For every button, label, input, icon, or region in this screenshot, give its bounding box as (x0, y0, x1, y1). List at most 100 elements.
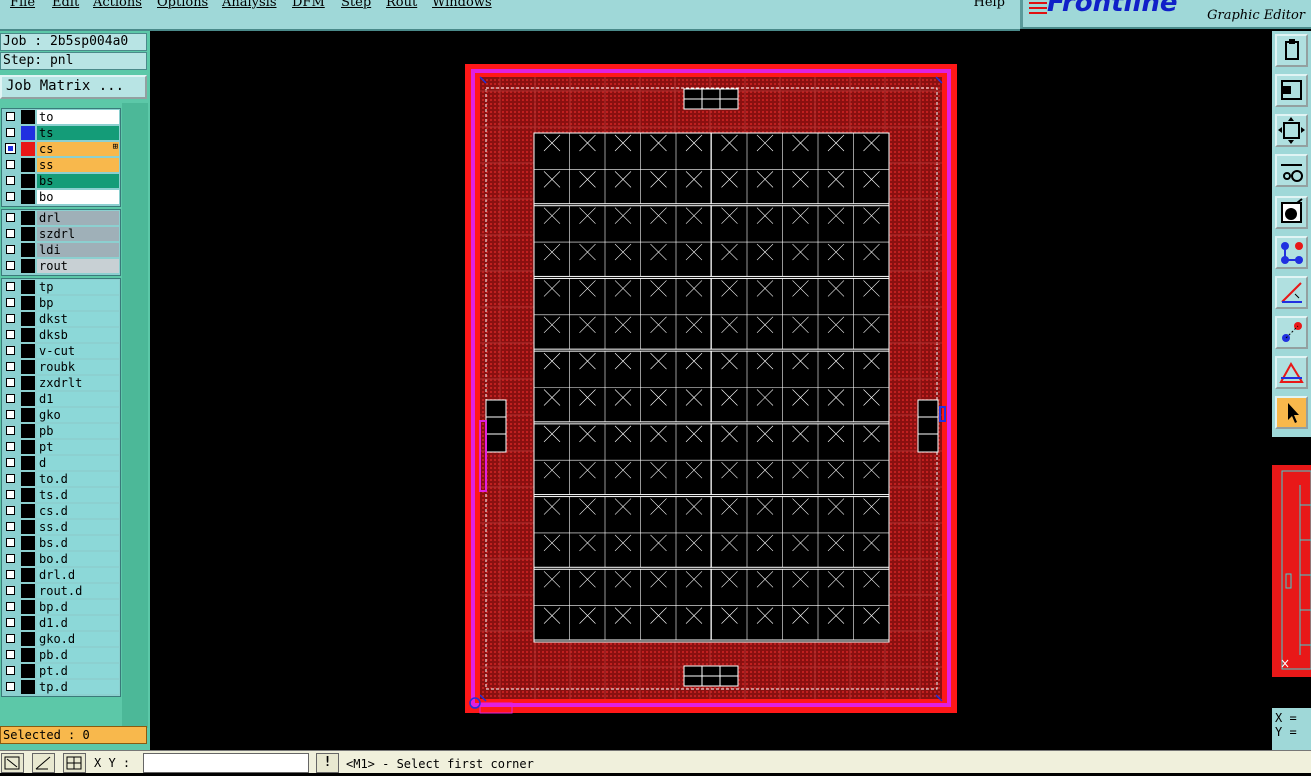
layer-row-d[interactable]: d (2, 455, 120, 471)
layer-row-bo-d[interactable]: bo.d (2, 551, 120, 567)
layer-color-swatch[interactable] (21, 259, 35, 273)
layer-checkbox[interactable] (6, 378, 15, 387)
layer-row-cs[interactable]: cs ⊞ (2, 141, 120, 157)
layer-row-rout-d[interactable]: rout.d (2, 583, 120, 599)
layer-color-swatch[interactable] (21, 584, 35, 598)
layer-color-swatch[interactable] (21, 328, 35, 342)
layer-name[interactable]: szdrl (37, 227, 119, 241)
alert-icon[interactable]: ! (316, 753, 339, 773)
layer-color-swatch[interactable] (21, 536, 35, 550)
layer-color-swatch[interactable] (21, 360, 35, 374)
grid-snap-icon[interactable] (63, 753, 86, 773)
layer-name[interactable]: gko.d (37, 632, 119, 646)
layer-checkbox[interactable] (6, 245, 15, 254)
job-matrix-button[interactable]: Job Matrix ... (0, 75, 147, 99)
layer-row-gko-d[interactable]: gko.d (2, 631, 120, 647)
layer-row-szdrl[interactable]: szdrl (2, 226, 120, 242)
layer-color-swatch[interactable] (21, 664, 35, 678)
fit-page-icon[interactable] (1275, 74, 1308, 107)
layer-color-swatch[interactable] (21, 456, 35, 470)
menu-help[interactable]: Help (973, 0, 1005, 10)
layer-checkbox[interactable] (6, 650, 15, 659)
layer-name[interactable]: to.d (37, 472, 119, 486)
layer-color-swatch[interactable] (21, 280, 35, 294)
layer-color-swatch[interactable] (21, 568, 35, 582)
measure-icon[interactable] (1275, 154, 1308, 187)
layer-checkbox[interactable] (6, 442, 15, 451)
layer-scrollbar[interactable] (122, 103, 148, 728)
layer-color-swatch[interactable] (21, 648, 35, 662)
layer-row-rout[interactable]: rout (2, 258, 120, 274)
graphic-canvas[interactable] (150, 31, 1272, 750)
layer-name[interactable]: ss.d (37, 520, 119, 534)
panel-drawing[interactable] (150, 31, 1272, 750)
layer-checkbox[interactable] (6, 213, 15, 222)
layer-checkbox[interactable] (6, 261, 15, 270)
layer-checkbox[interactable] (6, 570, 15, 579)
layer-row-pt-d[interactable]: pt.d (2, 663, 120, 679)
layer-checkbox[interactable] (6, 282, 15, 291)
layer-row-bs-d[interactable]: bs.d (2, 535, 120, 551)
layer-name[interactable]: bs.d (37, 536, 119, 550)
layer-color-swatch[interactable] (21, 520, 35, 534)
layer-row-cs-d[interactable]: cs.d (2, 503, 120, 519)
layer-name[interactable]: bp.d (37, 600, 119, 614)
layer-checkbox[interactable] (6, 554, 15, 563)
menu-step[interactable]: Step (341, 0, 371, 10)
layer-row-ss-d[interactable]: ss.d (2, 519, 120, 535)
layer-name[interactable]: d (37, 456, 119, 470)
layer-name[interactable]: bo (37, 190, 119, 204)
layer-color-swatch[interactable] (21, 243, 35, 257)
layer-name[interactable]: tp (37, 280, 119, 294)
layer-name[interactable]: pt.d (37, 664, 119, 678)
layer-checkbox[interactable] (6, 426, 15, 435)
layer-row-to-d[interactable]: to.d (2, 471, 120, 487)
layer-name[interactable]: rout.d (37, 584, 119, 598)
layer-name[interactable]: ss (37, 158, 119, 172)
layer-color-swatch[interactable] (21, 504, 35, 518)
layer-row-drl-d[interactable]: drl.d (2, 567, 120, 583)
layer-name[interactable]: cs.d (37, 504, 119, 518)
layer-row-ts[interactable]: ts (2, 125, 120, 141)
layer-name[interactable]: cs (37, 142, 119, 156)
layer-color-swatch[interactable] (21, 190, 35, 204)
layer-color-swatch[interactable] (21, 392, 35, 406)
layer-row-ldi[interactable]: ldi (2, 242, 120, 258)
layer-name[interactable]: d1 (37, 392, 119, 406)
layer-checkbox[interactable] (6, 538, 15, 547)
layer-checkbox[interactable] (6, 666, 15, 675)
layer-checkbox[interactable] (6, 522, 15, 531)
layer-checkbox[interactable] (6, 458, 15, 467)
layer-name[interactable]: pt (37, 440, 119, 454)
layer-checkbox[interactable] (6, 474, 15, 483)
angle-icon[interactable] (1275, 276, 1308, 309)
layer-checkbox[interactable] (6, 112, 15, 121)
layer-color-swatch[interactable] (21, 344, 35, 358)
layer-name[interactable]: d1.d (37, 616, 119, 630)
layer-color-swatch[interactable] (21, 296, 35, 310)
layer-checkbox[interactable] (6, 160, 15, 169)
layer-color-swatch[interactable] (21, 408, 35, 422)
layer-name[interactable]: tp.d (37, 680, 119, 694)
layer-checkbox[interactable] (6, 128, 15, 137)
layer-color-swatch[interactable] (21, 312, 35, 326)
layer-row-pb-d[interactable]: pb.d (2, 647, 120, 663)
layer-color-swatch[interactable] (21, 142, 35, 156)
layer-row-zxdrlt[interactable]: zxdrlt (2, 375, 120, 391)
layer-name[interactable]: zxdrlt (37, 376, 119, 390)
layer-row-to[interactable]: to (2, 109, 120, 125)
layer-color-swatch[interactable] (21, 472, 35, 486)
layer-row-dkst[interactable]: dkst (2, 311, 120, 327)
layer-row-d1-d[interactable]: d1.d (2, 615, 120, 631)
layer-name[interactable]: gko (37, 408, 119, 422)
zoom-area-icon[interactable] (1, 753, 24, 773)
layer-name[interactable]: dkst (37, 312, 119, 326)
layer-name[interactable]: v-cut (37, 344, 119, 358)
xy-input[interactable] (143, 753, 309, 773)
layer-name[interactable]: ldi (37, 243, 119, 257)
layer-color-swatch[interactable] (21, 616, 35, 630)
layer-checkbox[interactable] (6, 410, 15, 419)
layer-name[interactable]: pb.d (37, 648, 119, 662)
layer-name[interactable]: drl (37, 211, 119, 225)
menu-actions[interactable]: Actions (93, 0, 142, 10)
